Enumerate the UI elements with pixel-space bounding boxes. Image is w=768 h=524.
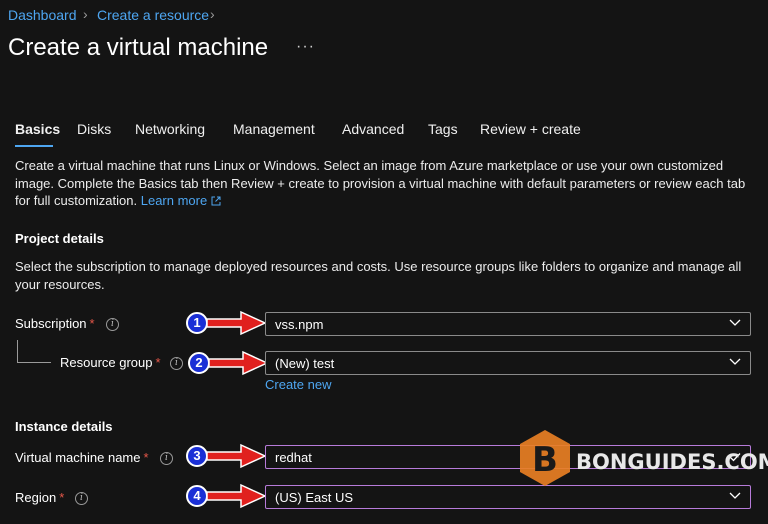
info-icon[interactable]: i (106, 318, 119, 331)
tree-connector-vertical (17, 340, 18, 362)
tab-advanced[interactable]: Advanced (342, 121, 404, 137)
active-tab-indicator (15, 145, 53, 147)
tab-networking[interactable]: Networking (135, 121, 205, 137)
intro-line: for full customization. Learn more (15, 192, 755, 210)
annotation-arrow-icon (206, 310, 267, 336)
chevron-down-icon (729, 319, 741, 326)
annotation-arrow-icon (208, 350, 269, 376)
info-icon[interactable]: i (170, 357, 183, 370)
external-link-icon (211, 196, 221, 206)
resource-group-select[interactable]: (New) test (265, 351, 751, 375)
intro-line: Create a virtual machine that runs Linux… (15, 158, 724, 173)
resource-group-value: (New) test (275, 356, 335, 371)
annotation-arrow-icon (206, 443, 267, 469)
info-icon[interactable]: i (75, 492, 88, 505)
region-label: Region * (15, 490, 65, 505)
project-details-heading: Project details (15, 231, 104, 246)
required-marker: * (143, 450, 149, 465)
region-value: (US) East US (275, 490, 354, 505)
project-description: Select the subscription to manage deploy… (15, 258, 755, 293)
chevron-down-icon (729, 492, 741, 499)
region-select[interactable]: (US) East US (265, 485, 751, 509)
project-desc-line: your resources. (15, 276, 105, 292)
annotation-arrow-icon (206, 483, 267, 509)
page-title: Create a virtual machine (8, 34, 269, 61)
bonguides-watermark: BONGUIDES.COM (576, 450, 768, 474)
subscription-select[interactable]: vss.npm (265, 312, 751, 336)
create-new-link[interactable]: Create new (265, 377, 331, 392)
project-desc-line: Select the subscription to manage deploy… (15, 259, 742, 274)
tab-tags[interactable]: Tags (428, 121, 458, 137)
subscription-label: Subscription * (15, 316, 95, 331)
required-marker: * (89, 316, 95, 331)
info-icon[interactable]: i (160, 452, 173, 465)
tab-review-create[interactable]: Review + create (480, 121, 581, 137)
learn-more-link[interactable]: Learn more (141, 193, 207, 208)
svg-text:B: B (532, 440, 558, 480)
vm-name-label: Virtual machine name * (15, 450, 149, 465)
intro-line-text: for full customization. (15, 193, 138, 208)
required-marker: * (155, 355, 161, 370)
chevron-down-icon (729, 358, 741, 365)
tab-disks[interactable]: Disks (77, 121, 111, 137)
bonguides-logo-icon: B (520, 430, 570, 486)
tab-basics[interactable]: Basics (15, 121, 60, 137)
more-options-icon[interactable]: ··· (296, 38, 315, 56)
required-marker: * (59, 490, 65, 505)
vm-name-value: redhat (275, 450, 312, 465)
tree-connector-horizontal (17, 362, 51, 363)
intro-line: image. Complete the Basics tab then Revi… (15, 175, 746, 191)
intro-description: Create a virtual machine that runs Linux… (15, 157, 755, 210)
breadcrumb-create-resource[interactable]: Create a resource (97, 7, 209, 23)
instance-details-heading: Instance details (15, 419, 113, 434)
breadcrumb-dashboard[interactable]: Dashboard (8, 7, 77, 23)
resource-group-label: Resource group * (60, 355, 161, 370)
subscription-value: vss.npm (275, 317, 324, 332)
breadcrumb-chevron-icon: › (83, 6, 88, 22)
tab-management[interactable]: Management (233, 121, 315, 137)
breadcrumb-chevron-icon: › (210, 6, 215, 22)
